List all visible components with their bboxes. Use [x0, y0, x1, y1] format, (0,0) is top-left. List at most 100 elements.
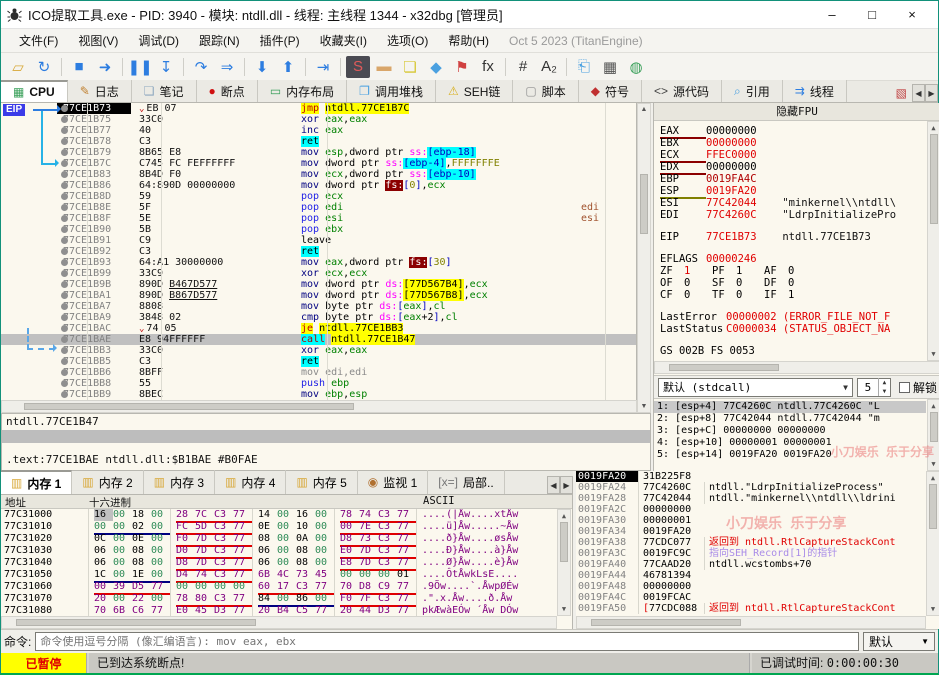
flag-value[interactable]: 0: [684, 289, 712, 301]
stack-row[interactable]: 0019FA30 00000001: [576, 515, 926, 526]
registers-hscrollbar[interactable]: [654, 361, 939, 374]
dump-byte-group[interactable]: 00 7E C3 77: [335, 521, 417, 535]
eflags-row[interactable]: EFLAGS 00000246: [660, 253, 926, 265]
disasm-row[interactable]: 77CE1B8F 5E pop esi esi: [1, 213, 636, 224]
close-button[interactable]: ×: [892, 3, 932, 27]
stack-value[interactable]: 00000000: [638, 504, 704, 515]
calling-convention-dropdown[interactable]: 默认 (stdcall) ▼: [658, 377, 853, 397]
dump-byte-group[interactable]: 06 00 08 00: [89, 557, 171, 569]
stack-value[interactable]: 0019FA20: [638, 526, 704, 537]
tab-线程[interactable]: ⇉ 线程: [782, 80, 847, 102]
breakpoint-dot-icon[interactable]: [61, 336, 68, 343]
disasm-row[interactable]: 77CE1B8E 5F pop edi edi: [1, 202, 636, 213]
dump-byte-group[interactable]: E8 7D C3 77: [335, 557, 417, 571]
dump-row[interactable]: 77C31050 1C 00 1E 00 D4 74 C3 77 6B 4C 73 45 00 00 00 01…: [1, 569, 557, 583]
dump-byte-group[interactable]: D8 73 C3 77: [335, 533, 417, 547]
breakpoint-dot-icon[interactable]: [61, 325, 68, 332]
dump-row[interactable]: 77C31000 16 00 18 00 28 7C C3 77 14 00 16 00 78 74 C3 77…: [1, 509, 557, 523]
register-row[interactable]: ECX FFEC0000: [660, 149, 926, 163]
restart-icon[interactable]: ↻: [32, 56, 56, 78]
breakpoint-dot-icon[interactable]: [61, 358, 68, 365]
disasm-row[interactable]: 77CE1BAE E8 94FFFFFF call ntdll.77CE1B47: [1, 334, 636, 345]
register-row[interactable]: EDX 00000000: [660, 161, 926, 175]
trace-over-icon[interactable]: ⬇: [250, 56, 274, 78]
register-value[interactable]: 00000000: [706, 125, 776, 137]
disasm-row[interactable]: 77CE1BB9 8BEC mov ebp,esp: [1, 389, 636, 400]
stack-row[interactable]: 0019FA48 00000000: [576, 581, 926, 592]
register-row[interactable]: ESP 0019FA20: [660, 185, 926, 199]
dump-byte-group[interactable]: 70 D8 C9 77: [335, 581, 417, 595]
breakpoint-gutter[interactable]: [1, 268, 68, 279]
hide-fpu-button[interactable]: 隐藏FPU: [654, 103, 939, 121]
tab-监视 1[interactable]: ◉ 监视 1: [358, 470, 429, 494]
minimize-button[interactable]: –: [812, 3, 852, 27]
breakpoint-dot-icon[interactable]: [61, 314, 68, 321]
register-value[interactable]: 0019FA4C: [706, 173, 776, 185]
stack-row[interactable]: 0019FA38 77CDC077 返回到 ntdll.RtlCaptureStac…: [576, 537, 926, 548]
breakpoint-gutter[interactable]: [1, 378, 68, 389]
breakpoint-gutter[interactable]: [1, 224, 68, 235]
labels-icon[interactable]: ◆: [424, 56, 448, 78]
disasm-row[interactable]: 77CE1B99 33C9 xor ecx,ecx: [1, 268, 636, 279]
stack-value[interactable]: 00000000: [638, 581, 704, 592]
disasm-row[interactable]: 77CE1BA1 890D B867D577 mov dword ptr ds:[7…: [1, 290, 636, 301]
register-value[interactable]: FFEC0000: [706, 149, 776, 161]
disasm-row[interactable]: 77CE1BA7 8808 mov byte ptr ds:[eax],cl: [1, 301, 636, 312]
dump-byte-group[interactable]: 06 00 08 00: [253, 545, 335, 557]
stop-icon[interactable]: ■: [67, 56, 91, 78]
tab-符号[interactable]: ◆ 符号: [578, 80, 643, 102]
run-to-user-code-icon[interactable]: ⇥: [311, 56, 335, 78]
stack-value[interactable]: 0019FC9C: [638, 548, 704, 559]
trace-record-icon[interactable]: S: [346, 55, 370, 78]
stack-row[interactable]: 0019FA2C 00000000: [576, 504, 926, 515]
dump-byte-group[interactable]: 20 00 22 00: [89, 593, 171, 605]
flag-value[interactable]: 0: [788, 277, 816, 289]
registers-vscrollbar[interactable]: ▲ ▼: [927, 121, 939, 361]
disassembly-view[interactable]: 77CE1B73⌄EB 07jmp ntdll.77CE1B7C77CE1B75…: [1, 103, 637, 400]
register-row[interactable]: EAX 00000000: [660, 125, 926, 139]
argument-count-stepper[interactable]: 5 ▲ ▼: [856, 377, 891, 397]
breakpoint-dot-icon[interactable]: [61, 380, 68, 387]
breakpoint-dot-icon[interactable]: [61, 270, 68, 277]
disasm-row[interactable]: 77CE1BB8 55 push ebp: [1, 378, 636, 389]
argument-row[interactable]: 4: [esp+10] 00000001 00000001: [654, 437, 926, 449]
breakpoint-dot-icon[interactable]: [61, 391, 68, 398]
breakpoint-gutter[interactable]: [1, 301, 68, 312]
calculator-icon[interactable]: ▦: [598, 56, 622, 78]
dump-byte-group[interactable]: D4 74 C3 77: [171, 569, 253, 583]
dump-byte-group[interactable]: 70 6B C6 77: [89, 605, 171, 616]
dump-byte-group[interactable]: 06 00 08 00: [89, 545, 171, 557]
breakpoint-dot-icon[interactable]: [61, 138, 68, 145]
stack-hscrollbar[interactable]: [576, 616, 926, 629]
breakpoint-gutter[interactable]: [1, 191, 68, 202]
stack-value[interactable]: 77CAAD20: [638, 559, 704, 570]
stack-row[interactable]: 0019FA44 46781394: [576, 570, 926, 581]
tab-内存 4[interactable]: ▥ 内存 4: [215, 470, 287, 494]
step-into-icon[interactable]: ↧: [154, 56, 178, 78]
breakpoint-dot-icon[interactable]: [61, 193, 68, 200]
stepper-up-icon[interactable]: ▲: [879, 378, 890, 387]
menu-item[interactable]: 收藏夹(I): [310, 29, 377, 52]
dump-byte-group[interactable]: 6B 4C 73 45: [253, 569, 335, 581]
tab-内存 3[interactable]: ▥ 内存 3: [144, 470, 216, 494]
argument-row[interactable]: 3: [esp+C] 00000000 00000000: [654, 425, 926, 437]
tab-内存 2[interactable]: ▥ 内存 2: [72, 470, 144, 494]
menu-item[interactable]: 视图(V): [68, 29, 128, 52]
stack-row[interactable]: 0019FA4C 0019FCAC: [576, 592, 926, 603]
breakpoint-gutter[interactable]: [1, 257, 68, 268]
unlock-checkbox[interactable]: [898, 381, 910, 393]
dump-byte-group[interactable]: 08 00 0A 00: [253, 533, 335, 545]
argument-row[interactable]: 2: [esp+8] 77C42044 ntdll.77C42044 "m: [654, 413, 926, 425]
tab-内存布局[interactable]: ▭ 内存布局: [257, 80, 348, 102]
disasm-row[interactable]: 77CE1B93 64:A1 30000000 mov eax,dword ptr …: [1, 257, 636, 268]
dump-byte-group[interactable]: 84 00 86 00: [253, 593, 335, 607]
disasm-row[interactable]: 77CE1BB5 C3 ret: [1, 356, 636, 367]
stack-row[interactable]: 0019FA40 77CAAD20 ntdll.wcstombs+70: [576, 559, 926, 570]
register-row[interactable]: EIP 77CE1B73 ntdll.77CE1B73: [660, 231, 926, 243]
registers-list[interactable]: EAX 00000000 EBX 00000000 ECX FFEC0000 EDX 0000…: [654, 121, 926, 361]
tab-CPU[interactable]: ▦ CPU: [1, 80, 68, 102]
tab-脚本[interactable]: ▢ 脚本: [513, 80, 579, 102]
breakpoint-gutter[interactable]: [1, 356, 68, 367]
flag-value[interactable]: 0: [736, 277, 764, 289]
stack-row[interactable]: 0019FA34 0019FA20: [576, 526, 926, 537]
